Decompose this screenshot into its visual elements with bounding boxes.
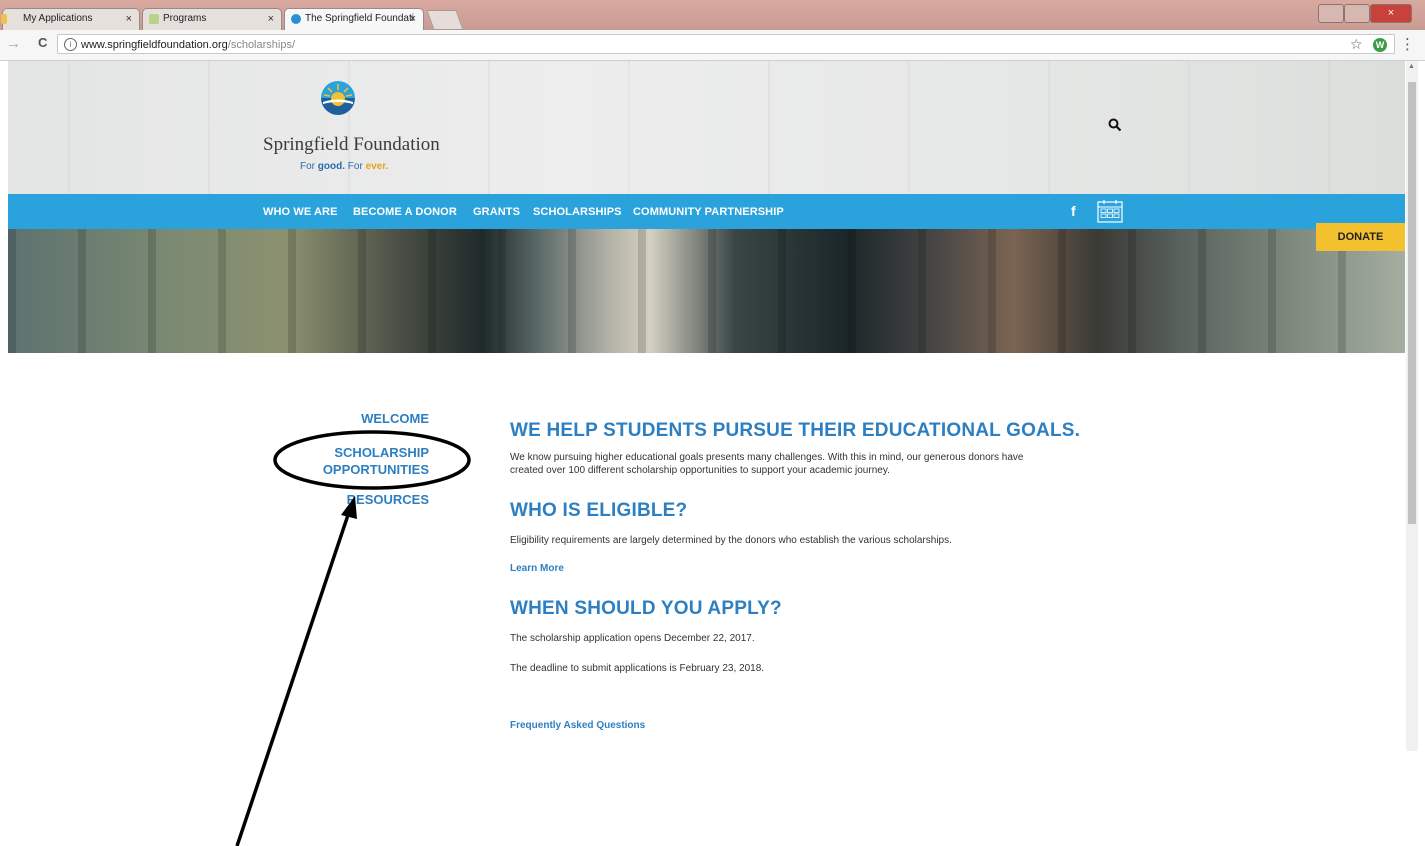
tagline-ever: ever. (365, 161, 389, 172)
maximize-button[interactable] (1344, 4, 1370, 23)
tab-favicon-icon (149, 14, 159, 24)
info-icon[interactable]: i (64, 38, 77, 51)
tab-favicon-icon (291, 14, 301, 24)
paragraph-eligibility: Eligibility requirements are largely det… (510, 535, 952, 546)
tab-label: Programs (163, 13, 207, 24)
tagline-part: For (345, 161, 366, 172)
forward-icon[interactable]: → (6, 35, 21, 52)
hero-banner (8, 229, 1405, 353)
header-texture (8, 61, 1405, 194)
scroll-up-icon[interactable]: ▲ (1408, 63, 1415, 70)
tab-programs[interactable]: Programs × (142, 8, 282, 30)
facebook-icon[interactable]: f (1071, 203, 1076, 219)
site-header (8, 61, 1405, 194)
heading-who-is-eligible: WHO IS ELIGIBLE? (510, 500, 688, 521)
menu-icon[interactable]: ⋮ (1400, 35, 1415, 53)
tab-label: The Springfield Foundati (305, 13, 414, 24)
tab-close-icon[interactable]: × (410, 9, 416, 29)
nav-scholarships[interactable]: SCHOLARSHIPS (533, 206, 622, 218)
tab-close-icon[interactable]: × (268, 9, 274, 29)
annotation-arrow-line (235, 511, 351, 846)
reload-icon[interactable]: C (38, 35, 47, 50)
tab-favicon-icon (1, 14, 7, 24)
heading-when-to-apply: WHEN SHOULD YOU APPLY? (510, 598, 782, 619)
scrollbar-thumb[interactable] (1408, 82, 1416, 524)
nav-who-we-are[interactable]: WHO WE ARE (263, 206, 338, 218)
heading-educational-goals: WE HELP STUDENTS PURSUE THEIR EDUCATIONA… (510, 420, 1081, 441)
hero-shade (8, 229, 1405, 353)
paragraph-line: We know pursuing higher educational goal… (510, 452, 1024, 463)
paragraph-intro: We know pursuing higher educational goal… (510, 451, 1023, 477)
sidebar-item-label: SCHOLARSHIP (334, 445, 429, 460)
nav-community-partnership[interactable]: COMMUNITY PARTNERSHIP (633, 206, 784, 218)
url-domain: www.springfieldfoundation.org (81, 39, 228, 51)
logo-name[interactable]: Springfield Foundation (263, 134, 440, 156)
url-path: /scholarships/ (227, 39, 296, 51)
sidebar-item-resources[interactable]: RESOURCES (300, 492, 429, 507)
minimize-button[interactable] (1318, 4, 1344, 23)
faq-link[interactable]: Frequently Asked Questions (510, 720, 645, 731)
tab-label: My Applications (23, 13, 93, 24)
paragraph-opens: The scholarship application opens Decemb… (510, 633, 755, 644)
donate-button[interactable]: DONATE (1316, 223, 1405, 251)
tab-my-applications[interactable]: My Applications × (1, 8, 140, 30)
tagline-part: For (300, 161, 318, 172)
tagline-good: good. (317, 161, 345, 172)
logo-tagline: For good. For ever. (300, 161, 388, 172)
close-window-button[interactable]: × (1370, 4, 1412, 23)
search-icon[interactable] (1108, 118, 1122, 132)
sidebar-item-label: OPPORTUNITIES (322, 462, 429, 477)
sidebar-item-scholarship-opportunities[interactable]: SCHOLARSHIP OPPORTUNITIES (300, 444, 429, 478)
calendar-icon[interactable] (1097, 199, 1123, 223)
star-icon[interactable]: ☆ (1350, 36, 1363, 53)
tab-close-icon[interactable]: × (126, 9, 132, 29)
extension-icon[interactable]: W (1373, 38, 1387, 52)
paragraph-deadline: The deadline to submit applications is F… (510, 663, 765, 674)
learn-more-link[interactable]: Learn More (510, 563, 564, 574)
nav-become-a-donor[interactable]: BECOME A DONOR (353, 206, 457, 218)
sunrise-logo-icon[interactable] (320, 80, 356, 116)
sidebar-item-welcome[interactable]: WELCOME (300, 411, 429, 426)
tab-springfield-foundation[interactable]: The Springfield Foundati × (284, 8, 424, 30)
nav-grants[interactable]: GRANTS (473, 206, 520, 218)
paragraph-line: created over 100 different scholarship o… (510, 465, 890, 476)
url-field[interactable]: i www.springfieldfoundation.org/scholars… (57, 34, 1395, 54)
